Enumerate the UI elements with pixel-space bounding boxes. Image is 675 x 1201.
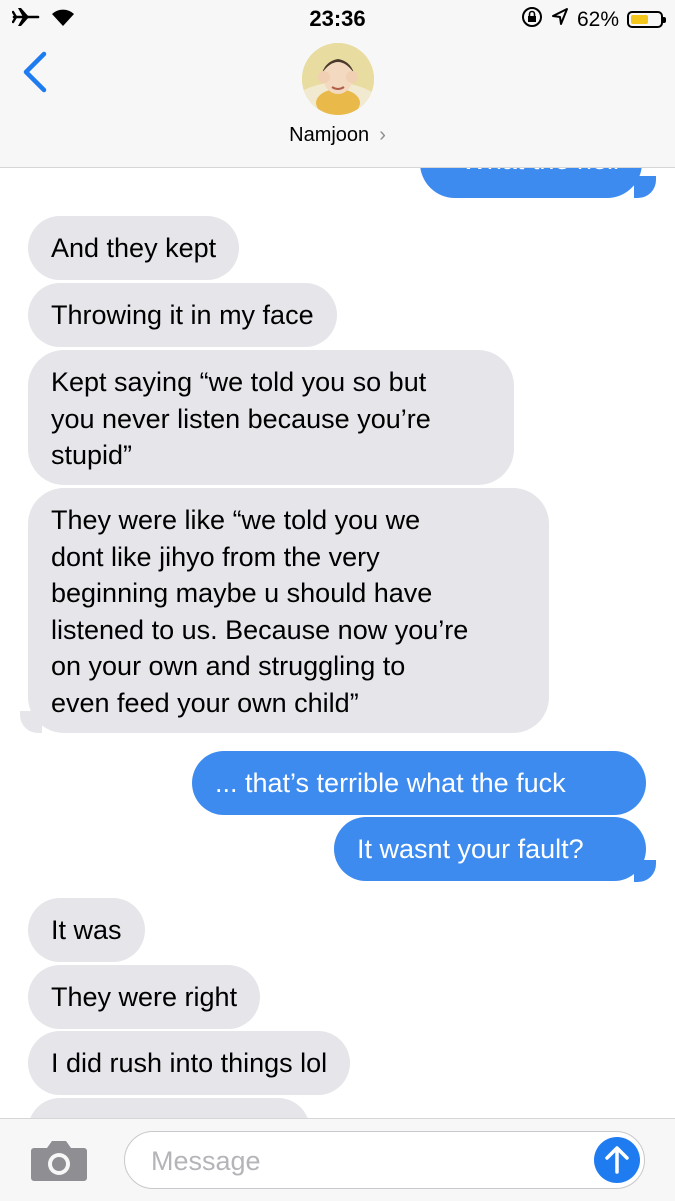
battery-level: [631, 15, 648, 24]
avatar[interactable]: [302, 43, 374, 115]
message-incoming[interactable]: I did rush into things lol: [28, 1031, 351, 1095]
camera-icon: [31, 1141, 87, 1181]
message-incoming[interactable]: They were like “we told you we dont like…: [28, 488, 549, 733]
message-outgoing[interactable]: ... that’s terrible what the fuck: [192, 751, 646, 815]
message-input-container[interactable]: [124, 1131, 645, 1189]
message-incoming[interactable]: Throwing it in my face: [28, 283, 337, 347]
orientation-lock-icon: [521, 6, 543, 33]
message-incoming[interactable]: And they kept: [28, 216, 240, 280]
battery-icon: [627, 11, 666, 28]
message-outgoing[interactable]: It wasnt your fault?: [334, 817, 646, 881]
message-incoming[interactable]: It was: [28, 898, 145, 962]
conversation-header: 23:36 62% Namjoon ›: [0, 0, 675, 168]
contact-name: Namjoon: [289, 124, 370, 146]
back-button[interactable]: [18, 50, 52, 94]
bubble-tail: [634, 176, 656, 198]
battery-percent: 62%: [576, 7, 619, 31]
location-arrow-icon: [551, 7, 569, 32]
message-incoming[interactable]: Kept saying “we told you so but you neve…: [28, 350, 514, 485]
camera-button[interactable]: [30, 1138, 88, 1182]
contact-name-button[interactable]: Namjoon ›: [0, 124, 675, 147]
bubble-tail: [20, 711, 42, 733]
chevron-right-icon: ›: [379, 124, 386, 146]
back-chevron-icon: [23, 51, 47, 93]
send-arrow-icon: [605, 1146, 629, 1174]
send-button[interactable]: [594, 1137, 640, 1183]
composer-bar: [0, 1118, 675, 1201]
message-incoming[interactable]: They were right: [28, 965, 261, 1029]
status-bar: 23:36 62%: [0, 0, 675, 40]
bubble-tail: [634, 860, 656, 882]
message-input[interactable]: [149, 1142, 573, 1180]
